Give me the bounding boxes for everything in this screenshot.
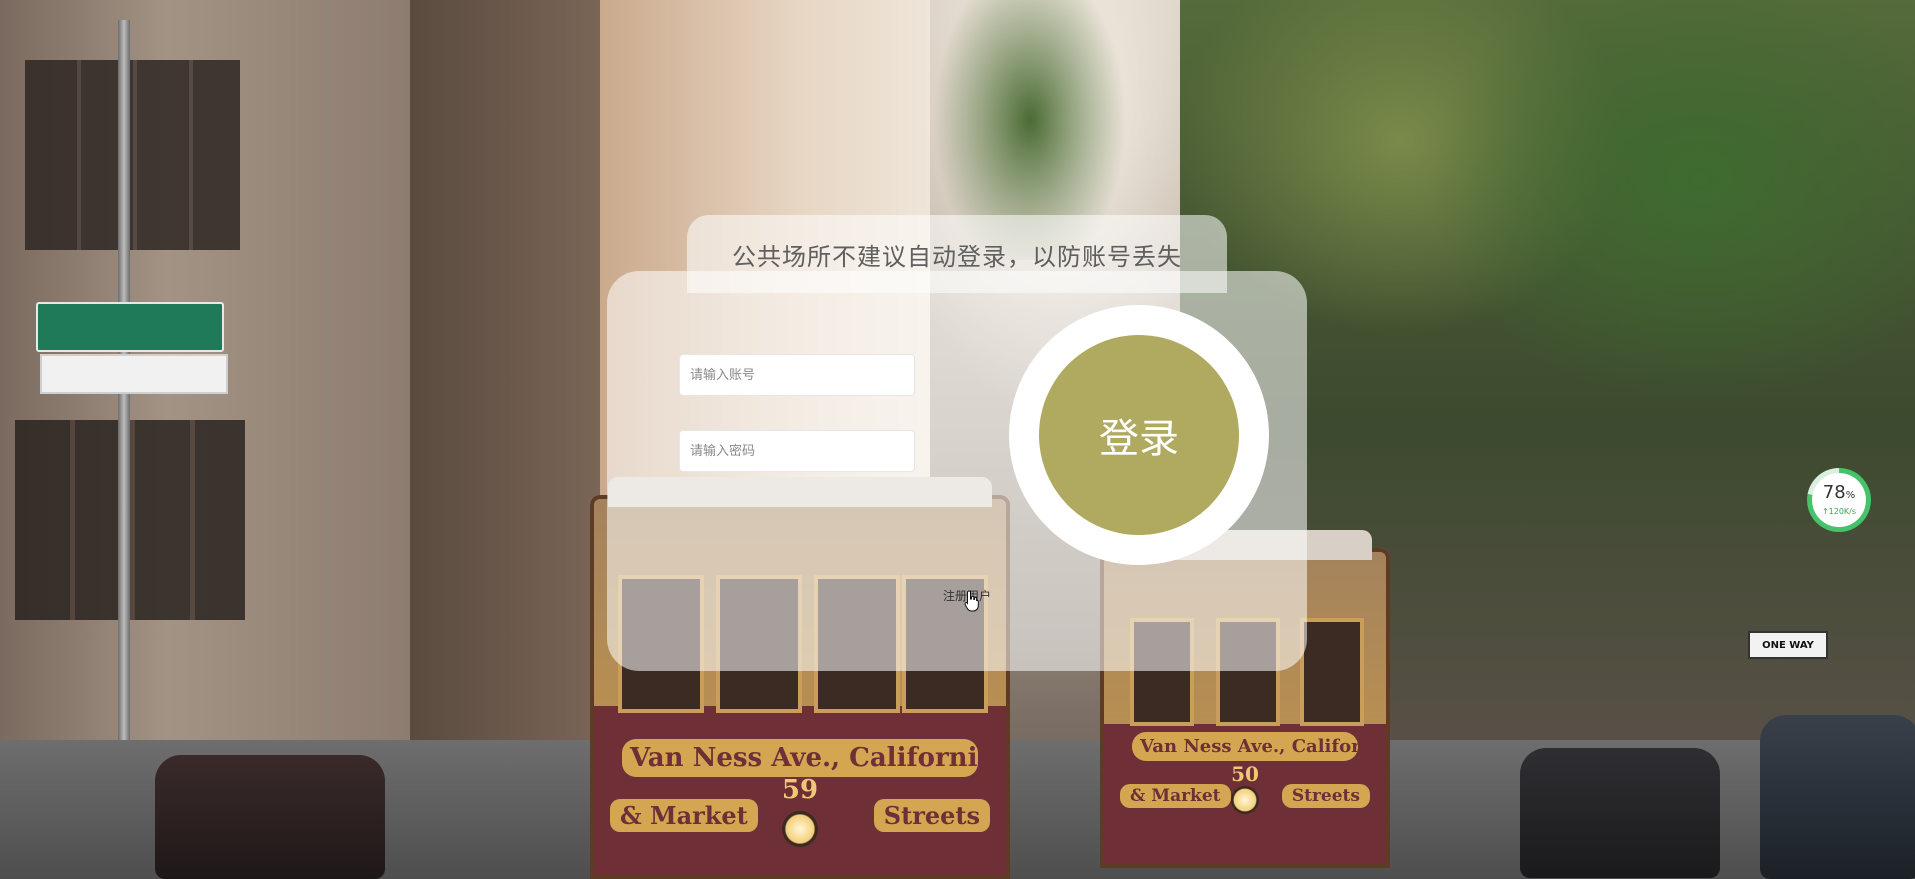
cable-car-sign-right: Streets [1281, 784, 1370, 808]
background-building-windows [25, 60, 240, 250]
background-car-right [1520, 748, 1720, 878]
background-building-windows-lower [15, 420, 245, 620]
cable-car-sign-left: & Market [610, 799, 758, 832]
cable-car-sign-line1: Van Ness Ave., California [1132, 732, 1358, 761]
login-page: Van Ness Ave., California 59 & Market St… [0, 0, 1915, 879]
login-button-ring: 登录 [1009, 305, 1269, 565]
account-input[interactable] [679, 354, 915, 396]
memory-usage-percent: 78% [1822, 481, 1856, 503]
cable-car-sign: Van Ness Ave., California 59 & Market St… [602, 733, 998, 847]
cable-car-headlight [1231, 786, 1259, 814]
cable-car-window [1300, 618, 1364, 726]
login-button[interactable]: 登录 [1039, 335, 1239, 535]
cable-car-headlight [782, 811, 818, 847]
cable-car-sign-line1: Van Ness Ave., California [622, 739, 978, 777]
password-input[interactable] [679, 430, 915, 472]
hand-cursor-icon [964, 590, 979, 612]
background-street-sign-white [40, 354, 228, 394]
network-speed-inner: 78% ↑120K/s [1812, 473, 1866, 527]
one-way-sign-text: ONE WAY [1762, 639, 1814, 651]
background-one-way-sign: ONE WAY [1748, 631, 1828, 659]
background-suv-right [1760, 715, 1915, 879]
cable-car-sign: Van Ness Ave., California 50 & Market St… [1112, 728, 1378, 838]
cable-car-sign-right: Streets [873, 799, 990, 832]
upload-speed: ↑120K/s [1821, 506, 1857, 516]
cable-car-sign-left: & Market [1120, 784, 1231, 808]
background-street-sign-green [36, 302, 224, 352]
cable-car-number: 50 [1231, 762, 1259, 786]
auto-login-warning: 公共场所不建议自动登录，以防账号丢失 [732, 242, 1182, 271]
login-panel: 登录 注册用户 [607, 271, 1307, 671]
network-speed-widget[interactable]: 78% ↑120K/s [1807, 468, 1871, 532]
background-building-dark [410, 0, 610, 760]
background-car-left [155, 755, 385, 879]
